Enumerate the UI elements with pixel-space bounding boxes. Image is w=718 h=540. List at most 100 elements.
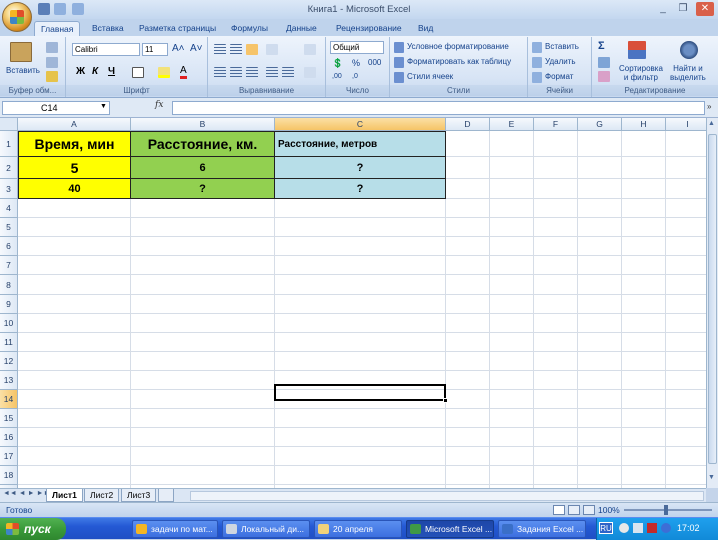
row-header-2[interactable]: 2 (0, 157, 18, 179)
tray-icon-3[interactable] (661, 523, 671, 533)
cell-c1[interactable]: Расстояние, метров (275, 131, 446, 157)
orientation-icon[interactable] (266, 44, 278, 55)
cut-icon[interactable] (46, 42, 58, 53)
task-item-3[interactable]: 20 апреля (314, 520, 402, 538)
borders-icon[interactable] (132, 67, 144, 78)
align-right-icon[interactable] (246, 67, 258, 78)
tray-icon-2[interactable] (633, 523, 643, 533)
row-header-10[interactable]: 10 (0, 314, 18, 333)
column-header-h[interactable]: H (622, 118, 666, 131)
delete-cells-button[interactable]: Удалить (545, 57, 576, 66)
cell-b1[interactable]: Расстояние, км. (131, 131, 275, 157)
row-header-17[interactable]: 17 (0, 447, 18, 466)
row-header-1[interactable]: 1 (0, 131, 18, 157)
row-header-3[interactable]: 3 (0, 179, 18, 199)
column-header-c[interactable]: C (275, 118, 446, 131)
cell-a3[interactable]: 40 (18, 179, 131, 199)
sheet-nav-icon[interactable]: ◄◄ ◄ ► ►► (3, 490, 50, 497)
clear-icon[interactable] (598, 71, 610, 82)
column-header-i[interactable]: I (666, 118, 706, 131)
tab-home[interactable]: Главная (34, 21, 81, 36)
expand-formula-icon[interactable]: » (707, 102, 711, 111)
row-header-6[interactable]: 6 (0, 237, 18, 256)
minimize-button[interactable]: _ (654, 2, 672, 16)
tray-icon-1[interactable] (619, 523, 629, 533)
font-name-select[interactable]: Calibri (72, 43, 140, 56)
cell-styles-button[interactable]: Стили ячеек (407, 72, 453, 81)
column-header-d[interactable]: D (446, 118, 490, 131)
horizontal-scrollbar[interactable] (190, 491, 704, 501)
find-select-button[interactable]: Найти и выделить (670, 64, 706, 82)
column-header-a[interactable]: A (18, 118, 131, 131)
underline-button[interactable]: Ч (108, 66, 115, 77)
column-header-e[interactable]: E (490, 118, 534, 131)
cell-b2[interactable]: 6 (131, 157, 275, 179)
wrap-text-icon[interactable] (304, 44, 316, 55)
decrease-decimal-button[interactable]: ,0 (352, 73, 358, 80)
page-break-icon[interactable] (583, 505, 595, 515)
tab-data[interactable]: Данные (280, 21, 323, 36)
row-header-18[interactable]: 18 (0, 466, 18, 485)
scroll-down-icon[interactable]: ▼ (708, 474, 717, 484)
italic-button[interactable]: К (92, 66, 98, 77)
scroll-up-icon[interactable]: ▲ (708, 120, 717, 130)
align-top-icon[interactable] (214, 44, 226, 55)
sheet-tab-1[interactable]: Лист1 (46, 489, 83, 502)
row-header-4[interactable]: 4 (0, 199, 18, 218)
tab-formulas[interactable]: Формулы (225, 21, 274, 36)
cell-c2[interactable]: ? (275, 157, 446, 179)
sheet-tab-3[interactable]: Лист3 (121, 489, 157, 502)
format-painter-icon[interactable] (46, 71, 58, 82)
vertical-scrollbar[interactable]: ▲ ▼ (706, 118, 718, 488)
maximize-button[interactable]: ❐ (674, 2, 692, 16)
row-header-8[interactable]: 8 (0, 275, 18, 295)
normal-view-icon[interactable] (553, 505, 565, 515)
row-header-12[interactable]: 12 (0, 352, 18, 371)
row-header-5[interactable]: 5 (0, 218, 18, 237)
align-bottom-icon[interactable] (246, 44, 258, 55)
cell-a1[interactable]: Время, мин (18, 131, 131, 157)
align-middle-icon[interactable] (230, 44, 242, 55)
task-item-2[interactable]: Локальный ди... (222, 520, 310, 538)
increase-decimal-button[interactable]: ,00 (332, 73, 342, 80)
row-header-16[interactable]: 16 (0, 428, 18, 447)
sort-filter-button[interactable]: Сортировка и фильтр (619, 64, 663, 82)
grow-font-button[interactable]: A˄ (172, 43, 185, 54)
language-indicator[interactable]: RU (599, 522, 613, 534)
paste-button[interactable]: Вставить (6, 66, 40, 75)
align-center-icon[interactable] (230, 67, 242, 78)
merge-icon[interactable] (304, 67, 316, 78)
font-color-icon[interactable]: A (180, 65, 187, 79)
worksheet-grid[interactable]: A B C D E F G H I 1 2 3 4 5 6 7 8 9 10 11 12 13 14 15 1… (0, 118, 706, 488)
tab-review[interactable]: Рецензирование (330, 21, 408, 36)
row-header-11[interactable]: 11 (0, 333, 18, 352)
row-header-9[interactable]: 9 (0, 295, 18, 314)
zoom-slider[interactable] (624, 509, 712, 511)
row-header-7[interactable]: 7 (0, 256, 18, 275)
zoom-level[interactable]: 100% (598, 505, 620, 515)
paste-icon[interactable] (10, 42, 32, 62)
select-all-corner[interactable] (0, 118, 18, 131)
format-table-button[interactable]: Форматировать как таблицу (407, 57, 511, 66)
office-button[interactable] (2, 2, 32, 32)
tab-view[interactable]: Вид (412, 21, 439, 36)
copy-icon[interactable] (46, 57, 58, 68)
font-size-select[interactable]: 11 (142, 43, 168, 56)
new-sheet-icon[interactable] (158, 489, 174, 502)
antivirus-icon[interactable] (647, 523, 657, 533)
fill-handle[interactable] (443, 398, 448, 403)
name-box-dropdown-icon[interactable]: ▼ (100, 103, 107, 110)
task-item-4[interactable]: Microsoft Excel ... (406, 520, 494, 538)
format-cells-button[interactable]: Формат (545, 72, 573, 81)
formula-input[interactable] (172, 101, 705, 115)
page-layout-icon[interactable] (568, 505, 580, 515)
row-header-14[interactable]: 14 (0, 390, 18, 409)
fill-color-icon[interactable] (158, 67, 170, 78)
bold-button[interactable]: Ж (76, 66, 85, 77)
number-format-select[interactable]: Общий (330, 41, 384, 54)
tab-page-layout[interactable]: Разметка страницы (133, 21, 222, 36)
cell-b3[interactable]: ? (131, 179, 275, 199)
scroll-thumb[interactable] (708, 134, 717, 464)
percent-button[interactable]: % (352, 58, 360, 68)
column-header-g[interactable]: G (578, 118, 622, 131)
